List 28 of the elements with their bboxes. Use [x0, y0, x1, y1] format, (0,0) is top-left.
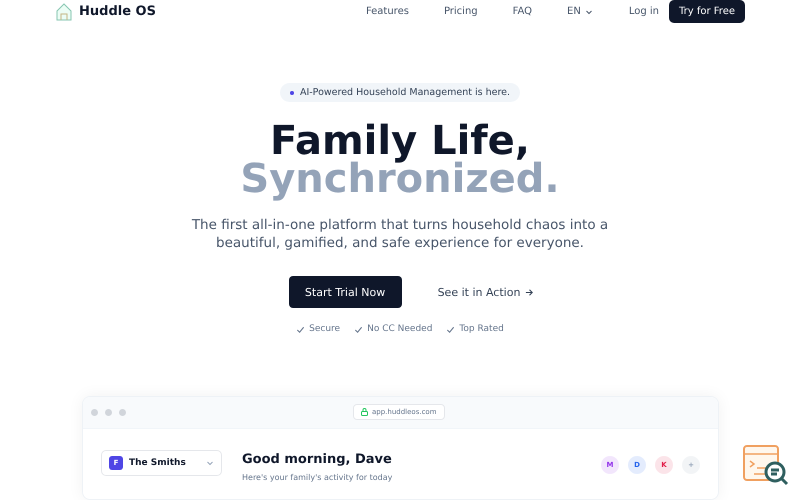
dot-icon	[290, 90, 294, 94]
nav-link[interactable]: Features	[366, 6, 409, 17]
see-in-action-link[interactable]: See it in Action	[432, 284, 540, 300]
lock-icon	[361, 408, 368, 416]
arrow-right-icon	[525, 288, 534, 296]
check-icon	[354, 324, 364, 334]
house-logo-icon	[56, 2, 72, 20]
try-free-button[interactable]: Try for Free	[669, 0, 745, 23]
greeting-title: Good morning, Dave	[242, 452, 393, 467]
language-selector[interactable]: EN	[567, 6, 593, 17]
chevron-down-icon	[206, 459, 214, 467]
chevron-down-icon	[584, 8, 593, 16]
brand-name: Huddle OS	[79, 4, 156, 19]
badge-text: AI-Powered Household Management is here.	[300, 87, 510, 98]
feature-label: No CC Needed	[367, 324, 432, 334]
check-icon	[446, 324, 456, 334]
nav-link[interactable]: FAQ	[512, 6, 532, 17]
feature-label: Top Rated	[459, 324, 504, 334]
window-dot-icon	[119, 409, 126, 416]
start-trial-button[interactable]: Start Trial Now	[288, 276, 402, 308]
window-dot-icon	[105, 409, 112, 416]
hero-subtitle: The first all-in-one platform that turns household chaos into a beautiful, gamified, and safe experience for everyone.	[190, 216, 610, 252]
window-dot-icon	[91, 409, 98, 416]
nav-link[interactable]: Pricing	[444, 6, 478, 17]
login-link[interactable]: Log in	[628, 6, 659, 17]
greeting-subtitle: Here's your family's activity for today	[242, 473, 394, 482]
check-icon	[296, 324, 306, 334]
feature-label: Secure	[309, 324, 340, 334]
